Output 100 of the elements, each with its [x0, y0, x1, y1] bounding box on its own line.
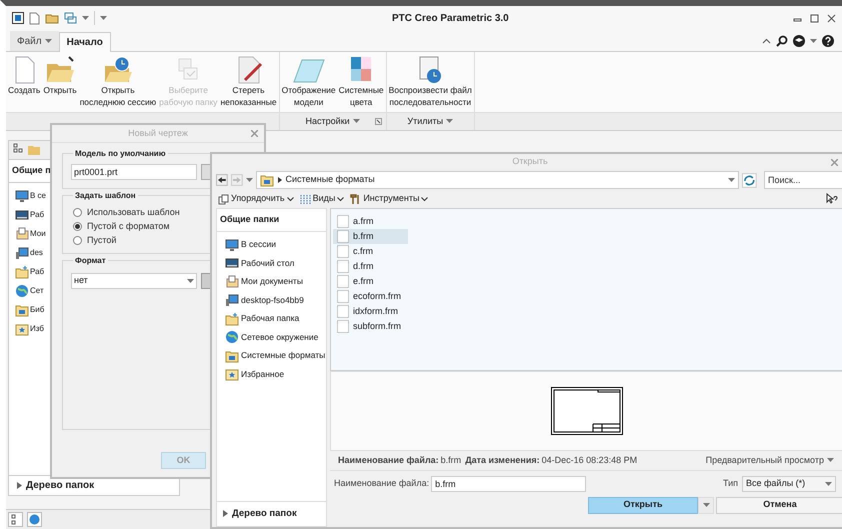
back-icon[interactable] — [216, 174, 228, 186]
sidebar-item[interactable]: Мои документы — [241, 275, 303, 288]
globe-icon — [225, 330, 239, 344]
folder-icon — [260, 173, 274, 187]
globe-icon[interactable] — [27, 512, 42, 527]
caret-icon — [827, 458, 834, 463]
sidebar-item[interactable]: Рабочая папка — [241, 312, 300, 325]
chevron-down-icon — [337, 196, 344, 202]
radio-label: Пустой с форматом — [87, 220, 170, 233]
info-label: Дата изменения: — [465, 454, 540, 467]
info-value: 04-Dec-16 08:23:48 PM — [542, 454, 638, 467]
open-button[interactable]: Открыть — [588, 496, 698, 514]
folder-tree-label[interactable]: Дерево папок — [26, 478, 94, 493]
open-folder-icon[interactable] — [45, 12, 59, 24]
tree-icon[interactable] — [8, 512, 23, 527]
menu-tab[interactable]: Начало — [58, 32, 111, 52]
radio-button[interactable] — [73, 208, 82, 217]
type-select[interactable]: Все файлы (*) — [742, 476, 836, 492]
folder-item[interactable]: Сет — [30, 284, 44, 296]
ribbon-button[interactable]: Создать — [8, 52, 40, 96]
preview-menu[interactable]: Предварительный просмотр — [706, 454, 834, 468]
ribbon-button[interactable]: Стереть непоказанные — [220, 52, 277, 108]
format-select[interactable]: нет — [71, 273, 197, 289]
cancel-button[interactable]: Отмена — [716, 496, 842, 514]
expand-icon[interactable] — [223, 510, 228, 518]
folder-item[interactable]: Изб — [30, 322, 44, 334]
file-item[interactable]: subform.frm — [333, 319, 408, 334]
dialog-title: Новый чертеж — [128, 126, 188, 140]
globe-icon — [15, 284, 29, 298]
filename-field[interactable]: b.frm — [431, 476, 586, 492]
sidebar-item[interactable]: desktop-fso4bb9 — [241, 294, 304, 306]
ribbon-button[interactable]: Отображение модели — [282, 52, 336, 108]
dialog-title: Открыть — [512, 155, 548, 168]
ribbon-button[interactable]: Открыть последнюю сессию — [80, 52, 156, 108]
search-icon[interactable] — [776, 35, 788, 47]
dialog-launcher-icon[interactable] — [374, 118, 382, 125]
ribbon-button[interactable]: Открыть — [43, 52, 77, 96]
maximize-icon[interactable] — [810, 14, 819, 22]
folder-item[interactable]: В се — [30, 190, 46, 202]
window-title: PTC Creo Parametric 3.0 — [392, 12, 509, 26]
info-value: b.frm — [440, 454, 462, 467]
file-icon — [337, 215, 349, 228]
file-item[interactable]: e.frm — [333, 274, 408, 289]
sidebar-item[interactable]: Сетевое окружение — [241, 330, 318, 344]
sidebar-item[interactable]: Избранное — [241, 368, 284, 380]
caret-icon — [352, 119, 360, 124]
folder-item[interactable]: Раб — [30, 208, 44, 220]
search-field[interactable]: Поиск... — [764, 171, 842, 189]
expand-icon[interactable] — [17, 482, 22, 489]
file-item[interactable]: c.frm — [333, 244, 408, 259]
folder-icon — [225, 312, 239, 326]
star-folder-icon — [15, 322, 29, 336]
caret-icon — [446, 119, 454, 124]
model-field[interactable]: prt0001.prt — [71, 164, 197, 180]
caret-icon — [82, 16, 89, 20]
radio-button[interactable] — [73, 222, 82, 231]
sidebar-item[interactable]: Рабочий стол — [241, 256, 294, 270]
help-icon[interactable] — [822, 35, 834, 47]
caret-icon — [187, 278, 194, 284]
sidebar-item[interactable]: В сессии — [241, 238, 276, 251]
file-item[interactable]: idxform.frm — [333, 304, 408, 319]
folder-item[interactable]: Биб — [30, 304, 44, 316]
monitor-icon — [225, 238, 239, 252]
path-field[interactable]: Системные форматы — [256, 171, 740, 189]
drawing-frame-preview — [551, 387, 623, 435]
menu-tab[interactable]: Файл — [10, 31, 59, 51]
caret-icon — [825, 482, 832, 486]
file-icon — [337, 275, 349, 288]
chevron-down-icon — [286, 196, 294, 202]
file-item[interactable]: b.frm — [333, 229, 408, 244]
caret-icon — [44, 38, 52, 44]
group-menu[interactable]: Утилиты — [407, 114, 454, 128]
graduation-cap-icon[interactable] — [793, 35, 805, 47]
new-file-icon[interactable] — [29, 12, 40, 24]
collapse-icon[interactable] — [762, 38, 771, 44]
ribbon-button[interactable]: Системные цвета — [338, 52, 384, 108]
file-item[interactable]: ecoform.frm — [333, 289, 408, 304]
folder-tree-label[interactable]: Дерево папок — [232, 506, 297, 521]
toolbar-menu[interactable]: Упорядочить — [218, 192, 294, 206]
ribbon-button[interactable]: Воспроизвести файл последовательности — [388, 52, 472, 108]
radio-button[interactable] — [73, 236, 82, 245]
refresh-icon[interactable] — [742, 172, 757, 188]
folder-item[interactable]: Раб — [30, 266, 44, 278]
help-cursor-icon[interactable] — [826, 193, 838, 205]
app-icon[interactable] — [12, 12, 24, 24]
close-icon[interactable] — [827, 14, 836, 22]
open-options-button[interactable] — [698, 496, 714, 514]
sidebar-item[interactable]: Системные форматы — [241, 349, 326, 362]
group-menu[interactable]: Настройки — [306, 114, 360, 128]
chevron-icon — [278, 177, 282, 183]
folder-item[interactable]: des — [30, 246, 43, 258]
folder-item[interactable]: Мои — [30, 228, 46, 240]
file-item[interactable]: a.frm — [333, 214, 408, 229]
folder-icon — [15, 264, 29, 278]
toolbar-menu[interactable]: Инструменты — [350, 192, 428, 206]
file-item[interactable]: d.frm — [333, 259, 408, 274]
windows-icon[interactable] — [64, 12, 77, 24]
toolbar-menu[interactable]: Виды — [300, 192, 344, 206]
group-label: Задать шаблон — [73, 190, 138, 202]
caret-icon — [810, 38, 817, 44]
